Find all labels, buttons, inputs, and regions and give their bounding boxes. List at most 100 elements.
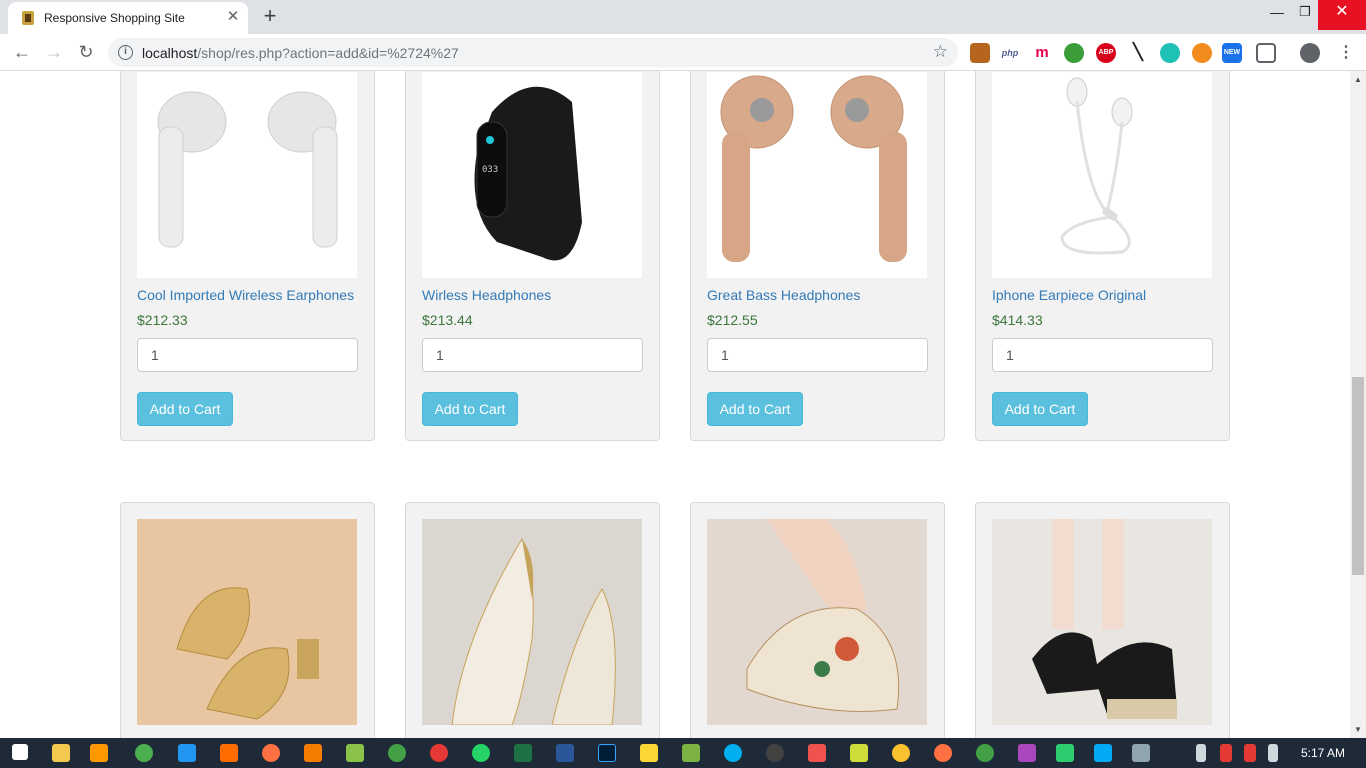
m-extension-icon[interactable]: m xyxy=(1032,43,1052,63)
chrome-icon[interactable] xyxy=(135,744,153,762)
app2-icon[interactable] xyxy=(808,744,826,762)
flag-icon[interactable] xyxy=(682,744,700,762)
scroll-up-icon[interactable]: ▲ xyxy=(1354,75,1362,84)
address-bar[interactable]: i localhost/shop/res.php?action=add&id=%… xyxy=(108,38,958,67)
skype-icon[interactable] xyxy=(724,744,742,762)
svg-text:033: 033 xyxy=(482,165,498,175)
restore-button[interactable]: ❐ xyxy=(1290,0,1320,30)
start-icon[interactable] xyxy=(12,744,28,760)
product-price: $414.33 xyxy=(992,312,1043,328)
tab-title: Responsive Shopping Site xyxy=(44,11,185,25)
product-name[interactable]: Cool Imported Wireless Earphones xyxy=(137,287,354,303)
tab-close-icon[interactable]: ✕ xyxy=(224,8,242,26)
product-name[interactable]: Wirless Headphones xyxy=(422,287,551,303)
extension-icon[interactable] xyxy=(970,43,990,63)
add-to-cart-button[interactable]: Add to Cart xyxy=(137,392,233,426)
windows-taskbar: 5:17 AM xyxy=(0,738,1366,768)
page-content: Cool Imported Wireless Earphones $212.33… xyxy=(0,71,1350,738)
app6-icon[interactable] xyxy=(1056,744,1074,762)
app3-icon[interactable] xyxy=(850,744,868,762)
page-scrollbar[interactable]: ▲ ▼ xyxy=(1350,71,1366,738)
media-player-icon[interactable] xyxy=(640,744,658,762)
vscode-icon[interactable] xyxy=(178,744,196,762)
bookmark-star-icon[interactable]: ☆ xyxy=(933,42,948,62)
slash-extension-icon[interactable]: ╲ xyxy=(1128,43,1148,63)
app7-icon[interactable] xyxy=(1094,744,1112,762)
teal-extension-icon[interactable] xyxy=(1160,43,1180,63)
quantity-input[interactable]: 1 xyxy=(992,338,1213,372)
site-info-icon[interactable]: i xyxy=(118,45,133,60)
opera-icon[interactable] xyxy=(430,744,448,762)
menu-icon[interactable]: ⋮ xyxy=(1336,43,1356,63)
add-to-cart-button[interactable]: Add to Cart xyxy=(992,392,1088,426)
eye-extension-icon[interactable] xyxy=(1192,43,1212,63)
xampp-icon[interactable] xyxy=(304,744,322,762)
close-window-button[interactable]: ✕ xyxy=(1318,0,1366,30)
quantity-input[interactable]: 1 xyxy=(137,338,358,372)
add-to-cart-button[interactable]: Add to Cart xyxy=(707,392,803,426)
app4-icon[interactable] xyxy=(892,744,910,762)
product-name[interactable]: Iphone Earpiece Original xyxy=(992,287,1146,303)
reload-button[interactable]: ↻ xyxy=(74,40,98,64)
product-price: $213.44 xyxy=(422,312,473,328)
minimize-button[interactable]: — xyxy=(1262,0,1292,30)
vlc-icon[interactable] xyxy=(220,744,238,762)
excel-icon[interactable] xyxy=(514,744,532,762)
obs-icon[interactable] xyxy=(766,744,784,762)
firefox2-icon[interactable] xyxy=(934,744,952,762)
url-path: /shop/res.php?action=add&id=%2724%27 xyxy=(197,45,459,61)
php-extension-icon[interactable]: php xyxy=(1000,43,1020,63)
tray-icon[interactable] xyxy=(1196,744,1206,762)
product-price: $212.33 xyxy=(137,312,188,328)
scrollbar-thumb[interactable] xyxy=(1352,377,1364,575)
gold-earbuds-icon xyxy=(720,75,907,262)
product-card xyxy=(120,502,375,738)
globe-extension-icon[interactable] xyxy=(1064,43,1084,63)
globe-icon[interactable] xyxy=(976,744,994,762)
scroll-down-icon[interactable]: ▼ xyxy=(1354,725,1362,734)
url-text[interactable]: localhost/shop/res.php?action=add&id=%27… xyxy=(142,45,459,61)
battery-icon[interactable] xyxy=(1244,744,1256,762)
app-icon[interactable] xyxy=(388,744,406,762)
product-price: $212.55 xyxy=(707,312,758,328)
back-button[interactable]: ← xyxy=(10,40,34,64)
fitness-band-icon: 033 xyxy=(474,86,582,261)
android-icon[interactable] xyxy=(346,744,364,762)
app5-icon[interactable] xyxy=(1018,744,1036,762)
add-to-cart-button[interactable]: Add to Cart xyxy=(422,392,518,426)
product-image-black-wedges xyxy=(992,519,1212,725)
network-icon[interactable] xyxy=(1220,744,1232,762)
volume-icon[interactable] xyxy=(1268,744,1278,762)
photoshop-icon[interactable] xyxy=(598,744,616,762)
sublime-icon[interactable] xyxy=(90,744,108,762)
gold-sandals-icon xyxy=(137,519,357,725)
product-card xyxy=(975,502,1230,738)
url-host: localhost xyxy=(142,45,198,61)
firefox-icon[interactable] xyxy=(262,744,280,762)
product-card xyxy=(405,502,660,738)
product-card: Iphone Earpiece Original $414.33 1 Add t… xyxy=(975,71,1230,441)
clock[interactable]: 5:17 AM xyxy=(1301,746,1345,760)
new-extension-icon[interactable]: NEW xyxy=(1222,43,1242,63)
product-card: Great Bass Headphones $212.55 1 Add to C… xyxy=(690,71,945,441)
floral-loafers-icon xyxy=(707,519,927,725)
browser-tab[interactable]: Responsive Shopping Site ✕ xyxy=(8,2,248,34)
product-image-floral-loafers xyxy=(707,519,927,725)
product-card: Cool Imported Wireless Earphones $212.33… xyxy=(120,71,375,441)
quantity-input[interactable]: 1 xyxy=(707,338,928,372)
quantity-input[interactable]: 1 xyxy=(422,338,643,372)
word-icon[interactable] xyxy=(556,744,574,762)
site-favicon-icon xyxy=(22,11,34,25)
browser-tab-strip: Responsive Shopping Site ✕ + — ❐ ✕ xyxy=(0,0,1366,34)
app8-icon[interactable] xyxy=(1132,744,1150,762)
file-explorer-icon[interactable] xyxy=(52,744,70,762)
whatsapp-icon[interactable] xyxy=(472,744,490,762)
product-image-gold-sandals xyxy=(137,519,357,725)
capture-extension-icon[interactable] xyxy=(1256,43,1276,63)
adblock-extension-icon[interactable]: ABP xyxy=(1096,43,1116,63)
product-card xyxy=(690,502,945,738)
profile-avatar-icon[interactable] xyxy=(1300,43,1320,63)
product-name[interactable]: Great Bass Headphones xyxy=(707,287,860,303)
forward-button[interactable]: → xyxy=(42,40,66,64)
new-tab-button[interactable]: + xyxy=(258,5,282,29)
